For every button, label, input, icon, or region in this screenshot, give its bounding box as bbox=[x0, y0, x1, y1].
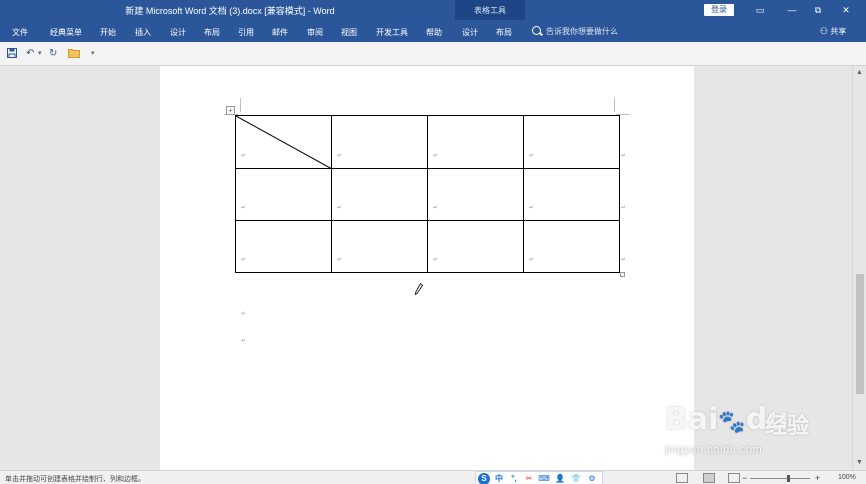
vertical-scrollbar[interactable]: ▲ ▼ bbox=[852, 66, 866, 470]
table-cell[interactable] bbox=[523, 168, 620, 221]
table-cell[interactable] bbox=[427, 220, 524, 273]
zoom-level[interactable]: 100% bbox=[838, 474, 856, 481]
tab-design[interactable]: 设计 bbox=[170, 27, 186, 38]
tab-table-layout[interactable]: 布局 bbox=[496, 27, 512, 38]
quick-access-toolbar: ↶ ▾ ↻ ▾ bbox=[0, 42, 866, 66]
watermark-url: jingyan.baidu.com bbox=[665, 444, 763, 456]
table-cell[interactable] bbox=[331, 115, 428, 169]
close-button[interactable]: ✕ bbox=[838, 3, 854, 17]
zoom-in-button[interactable]: + bbox=[815, 473, 820, 483]
tab-file[interactable]: 文件 bbox=[12, 27, 28, 38]
tab-layout[interactable]: 布局 bbox=[204, 27, 220, 38]
end-of-cell-mark: ↵ bbox=[433, 205, 439, 211]
tell-me-search[interactable]: 告诉我你想要做什么 bbox=[532, 26, 618, 37]
end-of-cell-mark: ↵ bbox=[529, 205, 535, 211]
end-of-cell-mark: ↵ bbox=[529, 257, 535, 263]
customize-qat-icon[interactable]: ▾ bbox=[91, 48, 95, 60]
tab-mailings[interactable]: 邮件 bbox=[272, 27, 288, 38]
pencil-cursor-icon bbox=[415, 283, 423, 295]
table-cell[interactable] bbox=[235, 220, 332, 273]
tab-review[interactable]: 审阅 bbox=[307, 27, 323, 38]
save-icon[interactable] bbox=[7, 48, 17, 60]
baidu-jingyan-watermark: Bai🐾du 经验 jingyan.baidu.com bbox=[665, 394, 825, 474]
print-layout-icon[interactable] bbox=[703, 473, 715, 483]
status-bar: 单击并拖动可创建表格并绘制行、列和边框。 S 中 °, ✂ ⌨ 👤 👕 ⚙ − … bbox=[0, 470, 866, 484]
minimize-button[interactable]: — bbox=[784, 3, 800, 17]
undo-dropdown-icon[interactable]: ▾ bbox=[38, 48, 42, 60]
table-tools-label: 表格工具 bbox=[474, 6, 506, 15]
folder-icon[interactable] bbox=[68, 48, 80, 60]
web-layout-icon[interactable] bbox=[728, 473, 740, 483]
tab-help[interactable]: 帮助 bbox=[426, 27, 442, 38]
end-of-cell-mark: ↵ bbox=[241, 153, 247, 159]
table-resize-handle[interactable] bbox=[620, 272, 625, 277]
end-of-cell-mark: ↵ bbox=[337, 257, 343, 263]
tab-classic-menu[interactable]: 经典菜单 bbox=[50, 27, 82, 38]
scissors-icon[interactable]: ✂ bbox=[523, 473, 535, 484]
table-cell[interactable] bbox=[331, 220, 428, 273]
person-icon: ⚇ bbox=[820, 26, 829, 36]
end-of-cell-mark: ↵ bbox=[337, 153, 343, 159]
zoom-slider[interactable] bbox=[750, 478, 810, 479]
zoom-out-button[interactable]: − bbox=[742, 473, 747, 483]
watermark-cn: 经验 bbox=[765, 413, 810, 438]
settings-icon[interactable]: ⚙ bbox=[586, 473, 598, 484]
ime-logo-icon[interactable]: S bbox=[478, 473, 490, 484]
ribbon-tab-bar: 文件 经典菜单 开始 插入 设计 布局 引用 邮件 审阅 视图 开发工具 帮助 … bbox=[0, 20, 866, 42]
scroll-up-icon[interactable]: ▲ bbox=[856, 69, 863, 76]
tab-insert[interactable]: 插入 bbox=[135, 27, 151, 38]
crop-mark-top-left bbox=[240, 98, 241, 112]
tab-developer[interactable]: 开发工具 bbox=[376, 27, 408, 38]
end-of-cell-mark: ↵ bbox=[241, 205, 247, 211]
shirt-icon[interactable]: 👕 bbox=[570, 473, 582, 484]
paragraph-mark: ↵ bbox=[241, 311, 247, 317]
table-cell[interactable] bbox=[427, 168, 524, 221]
paragraph-mark: ↵ bbox=[241, 338, 247, 344]
end-of-cell-mark: ↵ bbox=[433, 153, 439, 159]
user-icon[interactable]: 👤 bbox=[554, 473, 566, 484]
scrollbar-thumb[interactable] bbox=[856, 274, 864, 394]
end-of-row-mark: ↵ bbox=[621, 153, 627, 159]
ime-toolbar[interactable]: S 中 °, ✂ ⌨ 👤 👕 ⚙ bbox=[475, 471, 603, 484]
read-mode-icon[interactable] bbox=[676, 473, 688, 483]
end-of-cell-mark: ↵ bbox=[337, 205, 343, 211]
table-cell-diagonal[interactable] bbox=[235, 115, 332, 169]
end-of-cell-mark: ↵ bbox=[529, 153, 535, 159]
end-of-cell-mark: ↵ bbox=[241, 257, 247, 263]
restore-button[interactable]: ⧉ bbox=[810, 3, 826, 17]
undo-icon[interactable]: ↶ bbox=[26, 48, 34, 60]
ime-chinese-mode[interactable]: 中 bbox=[493, 473, 505, 484]
tab-view[interactable]: 视图 bbox=[341, 27, 357, 38]
share-button[interactable]: ⚇ 共享 bbox=[820, 26, 846, 37]
tab-table-design[interactable]: 设计 bbox=[462, 27, 478, 38]
keyboard-icon[interactable]: ⌨ bbox=[538, 473, 550, 484]
table-cell[interactable] bbox=[523, 115, 620, 169]
table-cell[interactable] bbox=[427, 115, 524, 169]
table-cell[interactable] bbox=[235, 168, 332, 221]
zoom-slider-thumb[interactable] bbox=[787, 475, 790, 482]
login-button[interactable]: 登录 bbox=[704, 4, 734, 16]
table-cell[interactable] bbox=[523, 220, 620, 273]
window-title: 新建 Microsoft Word 文档 (3).docx [兼容模式] - W… bbox=[125, 6, 335, 16]
scroll-down-icon[interactable]: ▼ bbox=[856, 459, 863, 466]
redo-icon[interactable]: ↻ bbox=[49, 48, 57, 60]
end-of-row-mark: ↵ bbox=[621, 205, 627, 211]
diagonal-line bbox=[236, 116, 332, 169]
punctuation-icon[interactable]: °, bbox=[508, 473, 520, 484]
share-label: 共享 bbox=[830, 27, 847, 36]
table-cell[interactable] bbox=[331, 168, 428, 221]
ribbon-display-options-button[interactable]: ▭ bbox=[752, 3, 768, 17]
end-of-row-mark: ↵ bbox=[621, 257, 627, 263]
title-bar: 新建 Microsoft Word 文档 (3).docx [兼容模式] - W… bbox=[0, 0, 866, 42]
tab-home[interactable]: 开始 bbox=[100, 27, 116, 38]
end-of-cell-mark: ↵ bbox=[433, 257, 439, 263]
tell-me-text: 告诉我你想要做什么 bbox=[546, 27, 618, 36]
crop-mark-top-right bbox=[614, 98, 615, 112]
status-message: 单击并拖动可创建表格并绘制行、列和边框。 bbox=[5, 476, 145, 483]
table-move-handle[interactable]: + bbox=[226, 106, 235, 115]
search-icon bbox=[532, 26, 541, 35]
tab-references[interactable]: 引用 bbox=[238, 27, 254, 38]
